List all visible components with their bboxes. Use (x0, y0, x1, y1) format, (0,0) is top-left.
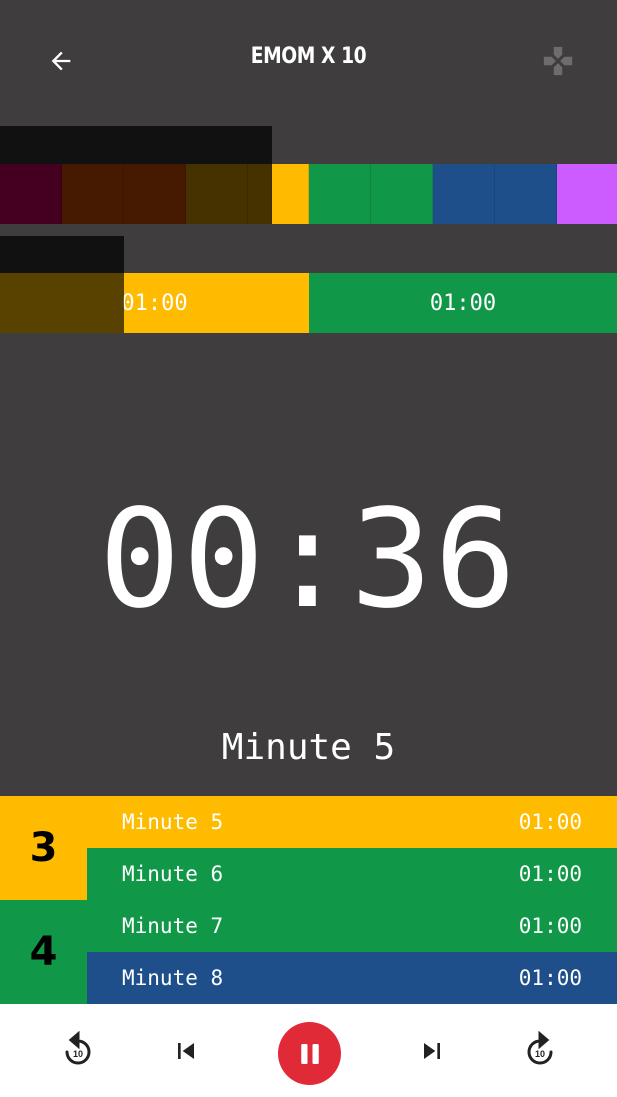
interval-name: Minute 5 (122, 810, 224, 834)
interval-time: 01:00 (518, 914, 582, 938)
segment-next: 01:00 (309, 273, 617, 333)
pause-icon (300, 1043, 319, 1064)
forward-seconds-label: 10 (535, 1049, 545, 1059)
previous-button[interactable] (156, 1021, 216, 1081)
app-header: EMOM X 10 (0, 0, 617, 122)
overview-segment (62, 164, 124, 224)
round-number-label: 3 (29, 825, 58, 871)
list-item[interactable]: Minute 6 01:00 (87, 848, 617, 900)
segment-progress-header (0, 236, 124, 273)
overview-progress-header (0, 126, 272, 164)
segment-progress-overlay (0, 273, 124, 333)
overview-segment (0, 164, 62, 224)
interval-name: Minute 8 (122, 966, 224, 990)
rewind-10-button[interactable]: 10 (48, 1021, 108, 1081)
gamepad-button[interactable] (533, 36, 583, 86)
interval-name: Minute 7 (122, 914, 224, 938)
overview-segment (124, 164, 186, 224)
overview-segment (248, 164, 272, 224)
overview-segment (371, 164, 433, 224)
overview-segment-current (272, 164, 309, 224)
interval-list: 3 4 Minute 5 01:00 Minute 6 01:00 Minute… (0, 796, 617, 1004)
skip-previous-icon (178, 1043, 194, 1059)
round-number-label: 4 (29, 929, 58, 975)
segment-time-label: 01:00 (121, 290, 188, 316)
overview-segment (557, 164, 617, 224)
round-number: 3 (0, 796, 87, 900)
interval-time: 01:00 (518, 966, 582, 990)
overview-segment (495, 164, 557, 224)
workout-overview-timeline[interactable] (0, 164, 617, 224)
replay-10-icon: 10 (65, 1031, 91, 1065)
skip-next-icon (424, 1043, 440, 1059)
segment-time-label: 01:00 (429, 290, 497, 316)
list-item[interactable]: Minute 8 01:00 (87, 952, 617, 1004)
list-item[interactable]: Minute 7 01:00 (87, 900, 617, 952)
workout-title: EMOM X 10 (250, 44, 367, 69)
pause-button[interactable] (278, 1022, 341, 1085)
interval-time: 01:00 (518, 810, 582, 834)
overview-segment (433, 164, 495, 224)
rewind-seconds-label: 10 (73, 1049, 83, 1059)
countdown-timer: 00:36 (98, 481, 519, 639)
playback-controls: 10 10 (0, 1004, 617, 1097)
gamepad-icon (543, 46, 573, 76)
overview-segment (186, 164, 248, 224)
forward-10-icon: 10 (527, 1031, 553, 1065)
next-button[interactable] (402, 1021, 462, 1081)
interval-time: 01:00 (518, 862, 582, 886)
round-number: 4 (0, 900, 87, 1004)
interval-name: Minute 6 (122, 862, 224, 886)
current-interval-label: Minute 5 (221, 727, 396, 768)
forward-10-button[interactable]: 10 (510, 1021, 570, 1081)
overview-segment (309, 164, 371, 224)
list-item[interactable]: Minute 5 01:00 (87, 796, 617, 848)
